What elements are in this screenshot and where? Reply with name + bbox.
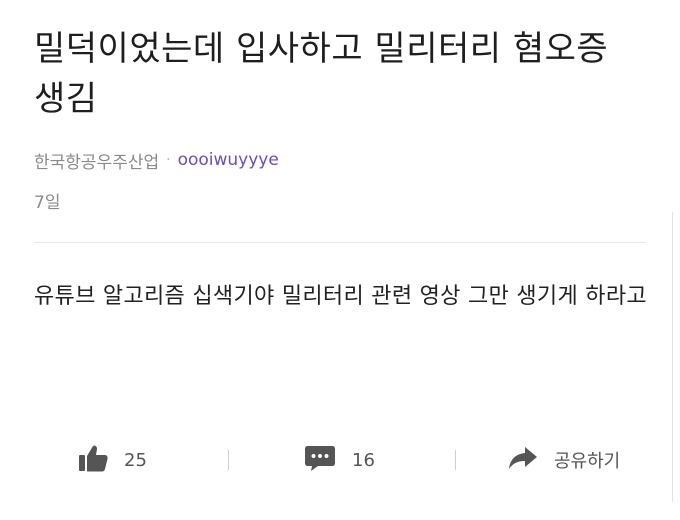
action-bar: 25 16 공유하기 [0,436,680,484]
divider [34,242,646,243]
scrollbar-edge [672,212,680,502]
share-label: 공유하기 [554,451,621,472]
post-title: 밀덕이었는데 입사하고 밀리터리 혐오증 생김 [34,29,609,119]
thumbs-up-icon [78,444,108,476]
comment-count: 16 [352,449,375,471]
share-button[interactable]: 공유하기 [508,436,620,484]
post-content: 유튜브 알고리즘 십색기야 밀리터리 관련 영상 그만 생기게 하라고 [34,284,647,309]
like-button[interactable]: 25 [78,436,147,484]
action-divider [455,450,456,470]
author-name[interactable]: oooiwuyyye [178,150,279,170]
share-arrow-icon [508,446,538,474]
speech-bubble-icon [304,444,336,476]
comment-button[interactable]: 16 [304,436,375,484]
meta-separator: · [166,152,171,168]
post-time: 7일 [34,193,61,213]
like-count: 25 [124,449,147,471]
action-divider [228,450,229,470]
post-meta: 한국항공우주산업 · oooiwuyyye [34,148,279,173]
company-name[interactable]: 한국항공우주산업 [34,148,159,173]
post-view: 밀덕이었는데 입사하고 밀리터리 혐오증 생김 한국항공우주산업 · oooiw… [0,0,680,520]
